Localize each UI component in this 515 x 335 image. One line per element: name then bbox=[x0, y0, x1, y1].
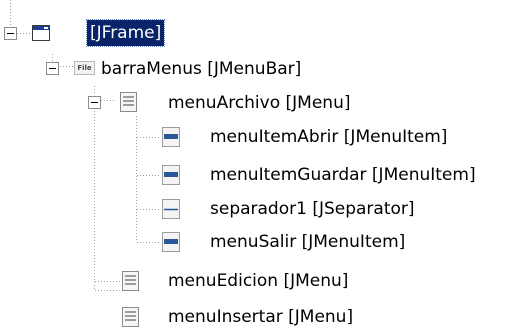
menu-item-guardar-label[interactable]: menuItemGuardar [JMenuItem] bbox=[207, 162, 479, 188]
component-tree: [JFrame] File barraMenus [JMenuBar] menu… bbox=[0, 0, 515, 334]
separador-label[interactable]: separador1 [JSeparator] bbox=[207, 196, 418, 222]
tree-node-menu-salir[interactable]: menuSalir [JMenuItem] bbox=[0, 229, 460, 261]
separator-icon bbox=[160, 198, 182, 220]
menu-icon bbox=[120, 270, 142, 292]
menu-item-icon bbox=[160, 231, 182, 253]
tree-node-menu-edicion[interactable]: menuEdicion [JMenu] bbox=[0, 268, 400, 300]
menubar-node-label[interactable]: barraMenus [JMenuBar] bbox=[98, 56, 304, 82]
tree-node-menu-archivo[interactable]: menuArchivo [JMenu] bbox=[0, 87, 420, 119]
collapse-toggle-icon[interactable] bbox=[4, 27, 17, 40]
menu-edicion-label[interactable]: menuEdicion [JMenu] bbox=[165, 268, 351, 294]
collapse-toggle-icon[interactable] bbox=[46, 62, 59, 75]
tree-node-menu-item-abrir[interactable]: menuItemAbrir [JMenuItem] bbox=[0, 124, 500, 156]
menubar-icon-text: File bbox=[74, 61, 95, 75]
menu-icon bbox=[120, 306, 142, 328]
menu-item-icon bbox=[160, 126, 182, 148]
menu-salir-label[interactable]: menuSalir [JMenuItem] bbox=[207, 229, 408, 255]
menubar-icon: File bbox=[74, 57, 96, 79]
menu-archivo-label[interactable]: menuArchivo [JMenu] bbox=[165, 90, 353, 116]
collapse-toggle-icon[interactable] bbox=[88, 96, 101, 109]
menu-insertar-label[interactable]: menuInsertar [JMenu] bbox=[165, 304, 356, 330]
window-icon bbox=[30, 22, 52, 44]
menu-item-abrir-label[interactable]: menuItemAbrir [JMenuItem] bbox=[207, 124, 450, 150]
tree-node-menu-item-guardar[interactable]: menuItemGuardar [JMenuItem] bbox=[0, 162, 512, 194]
tree-node-root[interactable]: [JFrame] bbox=[0, 18, 200, 50]
menu-item-icon bbox=[160, 164, 182, 186]
tree-node-menubar[interactable]: File barraMenus [JMenuBar] bbox=[0, 53, 380, 85]
menu-icon bbox=[118, 91, 140, 113]
tree-node-menu-insertar[interactable]: menuInsertar [JMenu] bbox=[0, 303, 400, 335]
root-node-label[interactable]: [JFrame] bbox=[85, 19, 166, 47]
tree-node-separador[interactable]: separador1 [JSeparator] bbox=[0, 196, 470, 228]
